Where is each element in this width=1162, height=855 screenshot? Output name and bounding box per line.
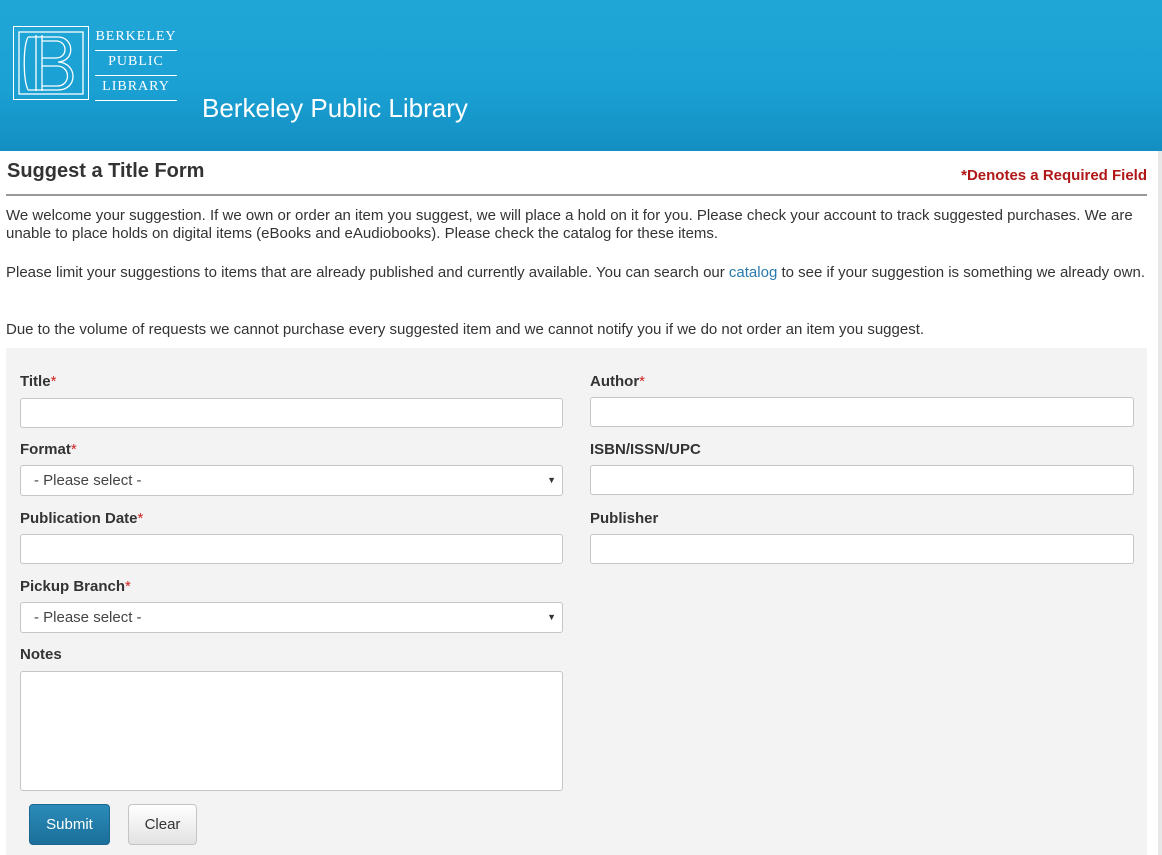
required-marker: * (50, 373, 57, 390)
pickup-branch-select[interactable]: - Please select - ▼ (20, 602, 563, 633)
intro-paragraph-2: Please limit your suggestions to items t… (6, 264, 1147, 282)
page-scrollbar[interactable] (1158, 151, 1162, 855)
author-label: Author* (590, 373, 645, 390)
pickup-branch-label-text: Pickup Branch (20, 578, 126, 595)
format-select[interactable]: - Please select - ▼ (20, 465, 563, 496)
publisher-label: Publisher (590, 510, 659, 527)
title-input[interactable] (20, 398, 563, 428)
format-label: Format* (20, 441, 77, 458)
publisher-input[interactable] (590, 534, 1134, 564)
form-header: Suggest a Title Form *Denotes a Required… (6, 151, 1147, 196)
required-marker: * (137, 510, 144, 527)
pickup-branch-select-value: - Please select - (34, 609, 142, 626)
required-marker: * (70, 441, 77, 458)
logo-word-public: PUBLIC (108, 54, 164, 69)
publication-date-label-text: Publication Date (20, 510, 138, 527)
site-title[interactable]: Berkeley Public Library (202, 92, 468, 124)
triangle-down-icon: ▼ (547, 612, 556, 622)
logo-word-library: LIBRARY (102, 79, 170, 94)
site-header: BERKELEY PUBLIC LIBRARY Berkeley Public … (0, 0, 1162, 151)
format-label-text: Format (20, 441, 71, 458)
logo-wordmark: BERKELEY PUBLIC LIBRARY (95, 26, 177, 101)
catalog-link[interactable]: catalog (729, 264, 777, 281)
intro-paragraph-2-text-b: to see if your suggestion is something w… (777, 264, 1145, 281)
triangle-down-icon: ▼ (547, 475, 556, 485)
required-marker: * (639, 373, 645, 390)
intro-paragraph-2-text-a: Please limit your suggestions to items t… (6, 264, 729, 281)
library-logo[interactable]: BERKELEY PUBLIC LIBRARY (13, 26, 179, 102)
isbn-label: ISBN/ISSN/UPC (590, 441, 701, 458)
intro-paragraph-1: We welcome your suggestion. If we own or… (6, 207, 1133, 242)
notes-label: Notes (20, 646, 62, 663)
page-title: Suggest a Title Form (7, 160, 205, 182)
notes-textarea[interactable] (20, 671, 563, 791)
required-marker: * (125, 578, 131, 595)
isbn-input[interactable] (590, 465, 1134, 495)
format-select-value: - Please select - (34, 472, 142, 489)
title-label: Title* (20, 373, 56, 390)
title-label-text: Title (20, 373, 51, 390)
publication-date-label: Publication Date* (20, 510, 143, 527)
intro-paragraph-3: Due to the volume of requests we cannot … (6, 321, 925, 338)
author-label-text: Author (590, 373, 640, 390)
logo-divider (95, 100, 177, 101)
logo-b-icon (13, 26, 89, 100)
pickup-branch-label: Pickup Branch* (20, 578, 131, 595)
author-input[interactable] (590, 397, 1134, 427)
suggestion-form: Title* Format* - Please select - ▼ Publi… (6, 348, 1147, 855)
clear-button[interactable]: Clear (128, 804, 197, 845)
main-content: Suggest a Title Form *Denotes a Required… (6, 151, 1147, 338)
submit-button[interactable]: Submit (29, 804, 110, 845)
logo-word-berkeley: BERKELEY (95, 29, 177, 44)
required-field-note: *Denotes a Required Field (961, 167, 1147, 184)
publication-date-input[interactable] (20, 534, 563, 564)
